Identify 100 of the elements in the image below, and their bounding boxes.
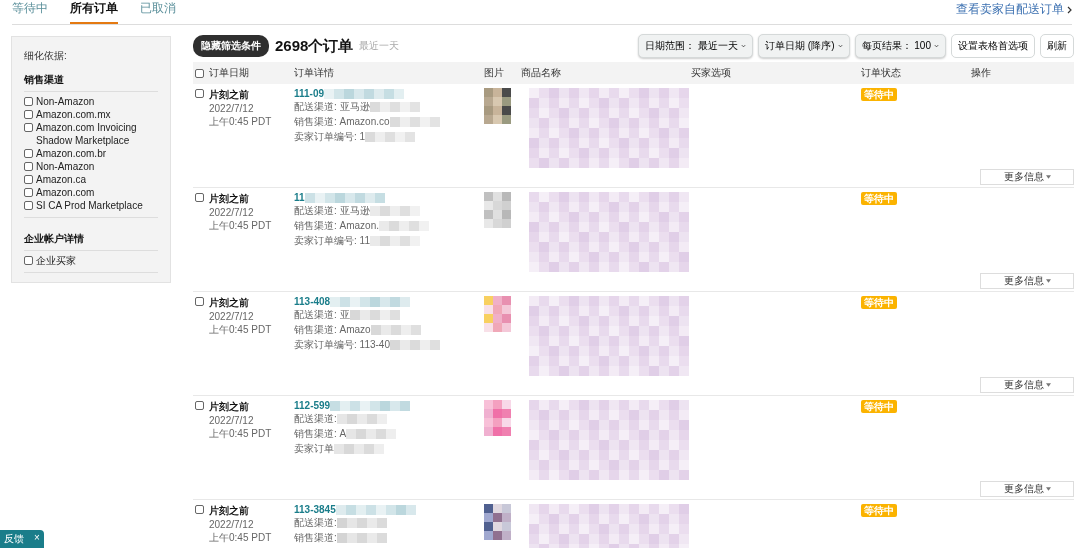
tab[interactable]: 已取消 [140,0,176,24]
more-info-button[interactable]: 更多信息 [980,273,1074,289]
checkbox[interactable] [195,89,204,98]
order-date: 2022/7/12 [209,207,254,218]
order-detail: 配送渠道: 亚 [294,308,350,322]
filter-option[interactable]: SI CA Prod Marketplace [36,199,143,212]
filter-option[interactable]: Amazon.com Invoicing Shadow Marketplace [36,121,158,147]
status-badge: 等待中 [861,504,897,517]
checkbox[interactable] [195,193,204,202]
checkbox[interactable] [24,175,33,184]
order-age: 片刻之前 [209,504,249,518]
column-header: 商品名称 [521,66,562,80]
dropdown[interactable]: 日期范围： 最近一天 [638,34,754,58]
blur-drawing [389,117,440,127]
feedback-button[interactable]: 反馈 [4,532,24,546]
blur-drawing [365,132,416,142]
close-button[interactable]: × [34,532,40,546]
checkbox[interactable] [24,188,33,197]
order-date: 2022/7/12 [209,415,254,426]
blur-drawing [336,533,387,543]
filter-option[interactable]: Non-Amazon [36,160,95,173]
fbm-orders-link[interactable]: 查看卖家自配送订单 [956,1,1072,24]
checkbox[interactable] [195,505,204,514]
more-info-button[interactable]: 更多信息 [980,481,1074,497]
order-age: 片刻之前 [209,296,249,310]
filter-option[interactable]: Amazon.com.br [36,147,107,160]
checkbox[interactable] [24,162,33,171]
order-time: 上午0:45 PDT [209,427,272,441]
checkbox[interactable] [24,110,33,119]
blur-drawing [389,340,440,350]
toolbar-button[interactable]: 设置表格首选项 [951,34,1035,58]
checkbox[interactable] [24,97,33,106]
blur-drawing [334,444,384,454]
order-time: 上午0:45 PDT [209,219,272,233]
order-detail: 销售渠道: A [294,427,347,441]
order-time: 上午0:45 PDT [209,115,272,129]
tab[interactable]: 所有订单 [70,0,118,24]
more-info-button[interactable]: 更多信息 [980,377,1074,393]
blur-drawing [369,206,420,216]
checkbox[interactable] [24,149,33,158]
checkbox[interactable] [24,201,33,210]
order-detail: 配送渠道: [294,412,337,426]
order-age: 片刻之前 [209,192,249,206]
order-detail: 销售渠道: [294,531,337,545]
caret-down-icon [1045,383,1051,387]
filter-option[interactable]: Amazon.com [36,186,95,199]
order-id-link[interactable]: 11 [294,192,305,203]
caret-down-icon [1045,175,1051,179]
column-header: 订单详情 [294,66,335,80]
order-detail: 卖家订单编号: 1 [294,130,366,144]
caret-down-icon [1045,279,1051,283]
checkbox[interactable] [24,123,33,132]
order-id-link[interactable]: 113-3845 [294,504,336,515]
hide-filters-button[interactable]: 隐藏筛选条件 [193,35,269,57]
blur-drawing [369,102,420,112]
order-detail: 卖家订单编号: 113-40 [294,338,390,352]
column-header: 操作 [971,66,992,80]
blur-drawing [369,236,420,246]
toolbar-button[interactable]: 刷新 [1040,34,1074,58]
order-detail: 配送渠道: 亚马逊 [294,204,370,218]
column-header: 图片 [484,66,505,80]
blur-drawing [346,429,397,439]
order-age: 片刻之前 [209,400,249,414]
filter-option[interactable]: Amazon.ca [36,173,87,186]
status-badge: 等待中 [861,296,897,309]
chevron-right-icon [1067,5,1072,14]
checkbox[interactable] [195,401,204,410]
blur-drawing [336,414,387,424]
order-date: 2022/7/12 [209,103,254,114]
order-detail: 配送渠道: [294,516,337,530]
column-header: 订单状态 [861,66,902,80]
column-header: 订单日期 [209,66,250,80]
tab[interactable]: 等待中 [12,0,48,24]
order-detail: 卖家订单编号: 11 [294,234,370,248]
blur-drawing [336,518,387,528]
chevron-down-icon [837,44,843,48]
order-id-link[interactable]: 112-599 [294,400,331,411]
order-id-link[interactable]: 111-09 [294,88,325,99]
caret-down-icon [1045,487,1051,491]
filter-option[interactable]: Non-Amazon [36,95,95,108]
filter-option[interactable]: Amazon.com.mx [36,108,111,121]
more-info-button[interactable]: 更多信息 [980,169,1074,185]
chevron-down-icon [741,44,747,48]
order-date: 2022/7/12 [209,519,254,530]
order-detail: 销售渠道: Amazon.co [294,115,390,129]
checkbox[interactable] [195,297,204,306]
order-time: 上午0:45 PDT [209,323,272,337]
status-badge: 等待中 [861,192,897,205]
dropdown[interactable]: 订单日期 (降序) [758,34,850,58]
checkbox[interactable] [195,68,204,78]
dropdown[interactable]: 每页结果： 100 [854,34,946,58]
order-detail: 销售渠道: Amazon. [294,219,380,233]
status-badge: 等待中 [861,88,897,101]
blur-drawing [370,325,421,335]
checkbox[interactable] [24,256,33,265]
order-id-link[interactable]: 113-408 [294,296,331,307]
order-detail: 配送渠道: 亚马逊 [294,100,370,114]
filter-option[interactable]: 企业买家 [36,254,76,267]
order-count: 2698个订单 [275,36,354,56]
order-detail: 销售渠道: Amazo [294,323,371,337]
